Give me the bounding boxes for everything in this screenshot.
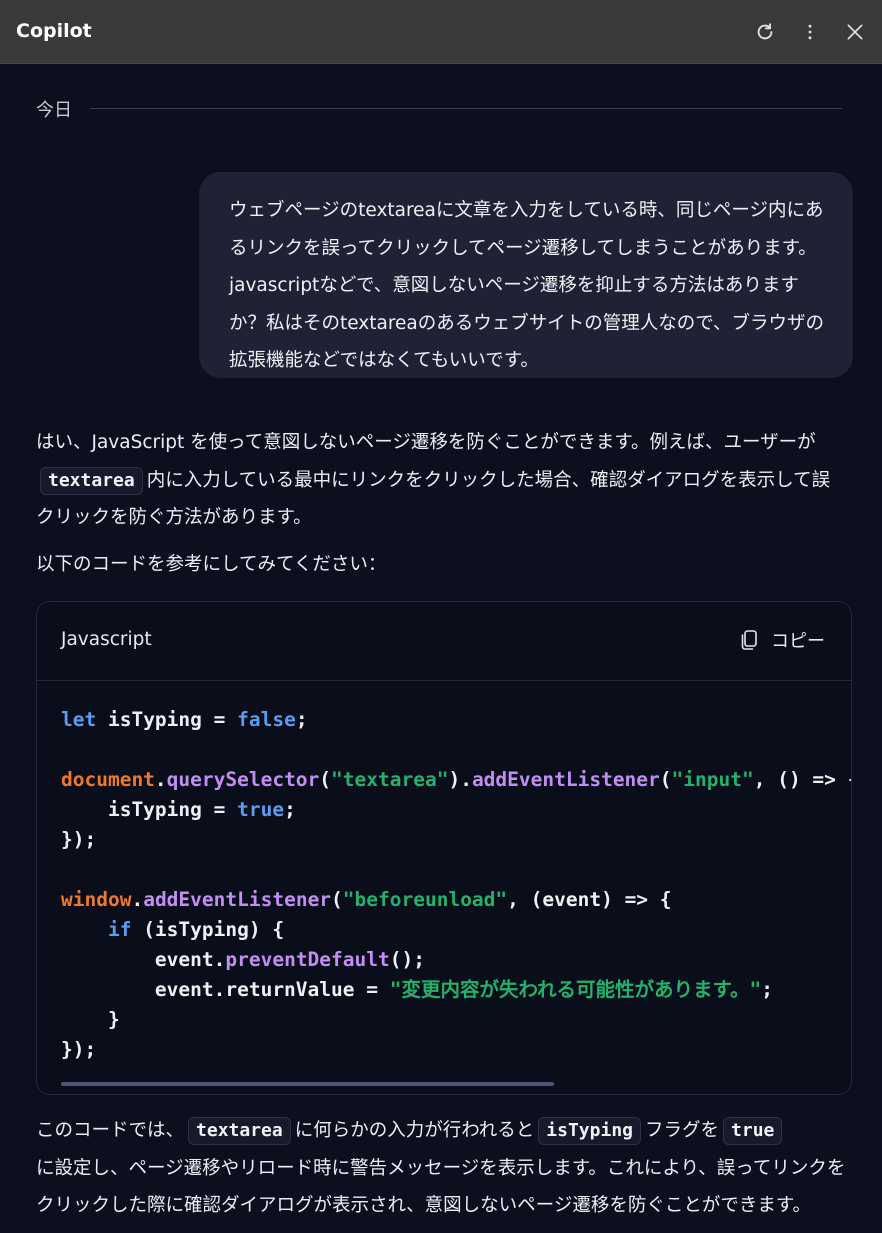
code-token: ). — [448, 768, 472, 791]
response-text: はい、JavaScript を使って意図しないページ遷移を防ぐことができます。例… — [36, 432, 816, 453]
code-token: ; — [761, 978, 774, 1001]
response-text: に設定し、ページ遷移やリロード時に警告メッセージを表示します。これにより、誤って… — [36, 1157, 846, 1217]
more-vertical-icon — [808, 24, 812, 40]
code-token: }); — [61, 1038, 97, 1061]
inline-code: textarea — [40, 466, 143, 495]
code-line: let isTyping = false; — [61, 705, 851, 735]
code-token: }); — [61, 828, 97, 851]
code-block-header: Javascript コピー — [37, 602, 851, 681]
date-separator: 今日 — [36, 96, 842, 121]
refresh-icon — [757, 23, 773, 40]
code-token: ( — [331, 888, 343, 911]
code-token: let — [61, 708, 97, 731]
copy-label: コピー — [771, 631, 825, 652]
more-options-button[interactable] — [795, 17, 825, 47]
code-line: document.querySelector("textarea").addEv… — [61, 765, 851, 795]
copy-icon — [741, 630, 757, 650]
code-token: addEventListener — [471, 768, 660, 791]
code-token: isTyping = — [96, 708, 238, 731]
code-token: event. — [61, 948, 226, 971]
code-token: true — [237, 798, 285, 821]
code-token: . — [154, 768, 167, 791]
response-paragraph-1: はい、JavaScript を使って意図しないページ遷移を防ぐことができます。例… — [36, 424, 846, 537]
code-token: . — [131, 888, 144, 911]
response-paragraph-2: 以下のコードを参考にしてみてください： — [36, 554, 387, 575]
code-token: if — [107, 918, 132, 941]
code-token: "textarea" — [331, 768, 449, 791]
code-token: ( — [319, 768, 332, 791]
code-token: "変更内容が失われる可能性があります。" — [389, 978, 762, 1001]
code-content[interactable]: let isTyping = false; document.querySele… — [61, 705, 851, 1065]
code-token: } — [61, 1008, 120, 1031]
code-token: false — [237, 708, 296, 731]
code-token: (); — [389, 948, 425, 971]
code-token: window — [61, 888, 132, 911]
code-token: ( — [659, 768, 672, 791]
code-token: "input" — [671, 768, 754, 791]
response-text: フラグを — [645, 1120, 720, 1141]
code-block: Javascript コピー let isTyping = false; doc… — [36, 601, 852, 1095]
code-line: isTyping = true; — [61, 795, 851, 825]
code-line: }); — [61, 825, 851, 855]
close-button[interactable] — [840, 17, 870, 47]
response-paragraph-3: このコードでは、 textarea に何らかの入力が行われると isTyping フラグ… — [36, 1112, 846, 1225]
code-token: document — [61, 768, 155, 791]
code-line: window.addEventListener("beforeunload", … — [61, 885, 851, 915]
refresh-button[interactable] — [750, 17, 780, 47]
code-language-label: Javascript — [61, 629, 152, 650]
user-message: ウェブページのtextareaに文章を入力をしている時、同じページ内にあるリンク… — [199, 172, 853, 378]
inline-code: true — [723, 1117, 783, 1145]
code-token: isTyping = — [61, 798, 238, 821]
code-token: addEventListener — [143, 888, 332, 911]
code-line: event.preventDefault(); — [61, 945, 851, 975]
window-title: Copilot — [16, 20, 92, 42]
code-token: ; — [295, 708, 308, 731]
code-token: querySelector — [166, 768, 320, 791]
code-token: preventDefault — [225, 948, 390, 971]
response-text: に何らかの入力が行われると — [294, 1120, 535, 1141]
code-token: ; — [284, 798, 296, 821]
code-token: , () => { — [753, 768, 851, 791]
close-icon — [847, 24, 863, 40]
date-label: 今日 — [36, 100, 72, 121]
inline-code: isTyping — [538, 1117, 641, 1145]
inline-code: textarea — [188, 1117, 291, 1145]
response-text: このコードでは、 — [36, 1120, 185, 1141]
code-token: (isTyping) { — [131, 918, 285, 941]
code-line: }); — [61, 1035, 851, 1065]
code-line: event.returnValue = "変更内容が失われる可能性があります。"… — [61, 975, 851, 1005]
response-text: 内に入力している最中にリンクをクリックした場合、確認ダイアログを表示して誤クリッ… — [36, 469, 831, 529]
code-token: , (event) => { — [507, 888, 672, 911]
code-token: event.returnValue = — [61, 978, 390, 1001]
horizontal-scrollbar[interactable] — [61, 1082, 554, 1086]
code-token: "beforeunload" — [342, 888, 508, 911]
code-line: if (isTyping) { — [61, 915, 851, 945]
divider — [90, 108, 842, 109]
code-line: } — [61, 1005, 851, 1035]
title-bar: Copilot — [0, 0, 882, 64]
copy-button[interactable]: コピー — [739, 627, 825, 653]
